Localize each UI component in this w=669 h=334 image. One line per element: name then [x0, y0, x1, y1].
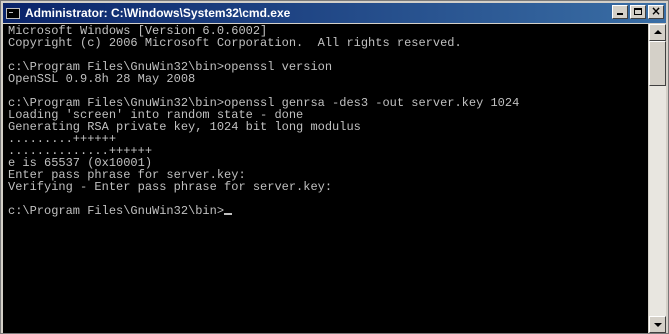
minimize-icon: [617, 13, 623, 15]
console-output[interactable]: Microsoft Windows [Version 6.0.6002] Cop…: [3, 24, 648, 333]
text-cursor: [224, 213, 233, 215]
window-title: Administrator: C:\Windows\System32\cmd.e…: [25, 6, 291, 20]
console-prompt-line[interactable]: c:\Program Files\GnuWin32\bin>: [8, 205, 648, 217]
console-line: Verifying - Enter pass phrase for server…: [8, 180, 333, 194]
title-bar[interactable]: Administrator: C:\Windows\System32\cmd.e…: [3, 3, 666, 23]
cmd-console-icon[interactable]: [6, 7, 20, 19]
close-icon: ×: [650, 4, 662, 18]
arrow-down-icon: [654, 323, 662, 327]
minimize-button[interactable]: [612, 5, 628, 19]
maximize-icon: [634, 8, 642, 15]
arrow-up-icon: [654, 30, 662, 34]
vertical-scrollbar[interactable]: [649, 24, 666, 333]
window-controls: ×: [610, 4, 664, 19]
console-lines: Microsoft Windows [Version 6.0.6002] Cop…: [3, 24, 648, 217]
cmd-window: Administrator: C:\Windows\System32\cmd.e…: [0, 0, 669, 334]
scrollbar-thumb[interactable]: [649, 41, 666, 86]
console-prompt: c:\Program Files\GnuWin32\bin>: [8, 204, 225, 218]
console-line: Copyright (c) 2006 Microsoft Corporation…: [8, 36, 462, 50]
close-button[interactable]: ×: [648, 4, 664, 19]
maximize-button[interactable]: [630, 5, 646, 19]
scroll-down-button[interactable]: [649, 316, 666, 333]
scroll-up-button[interactable]: [649, 24, 666, 41]
console-line: OpenSSL 0.9.8h 28 May 2008: [8, 72, 196, 86]
